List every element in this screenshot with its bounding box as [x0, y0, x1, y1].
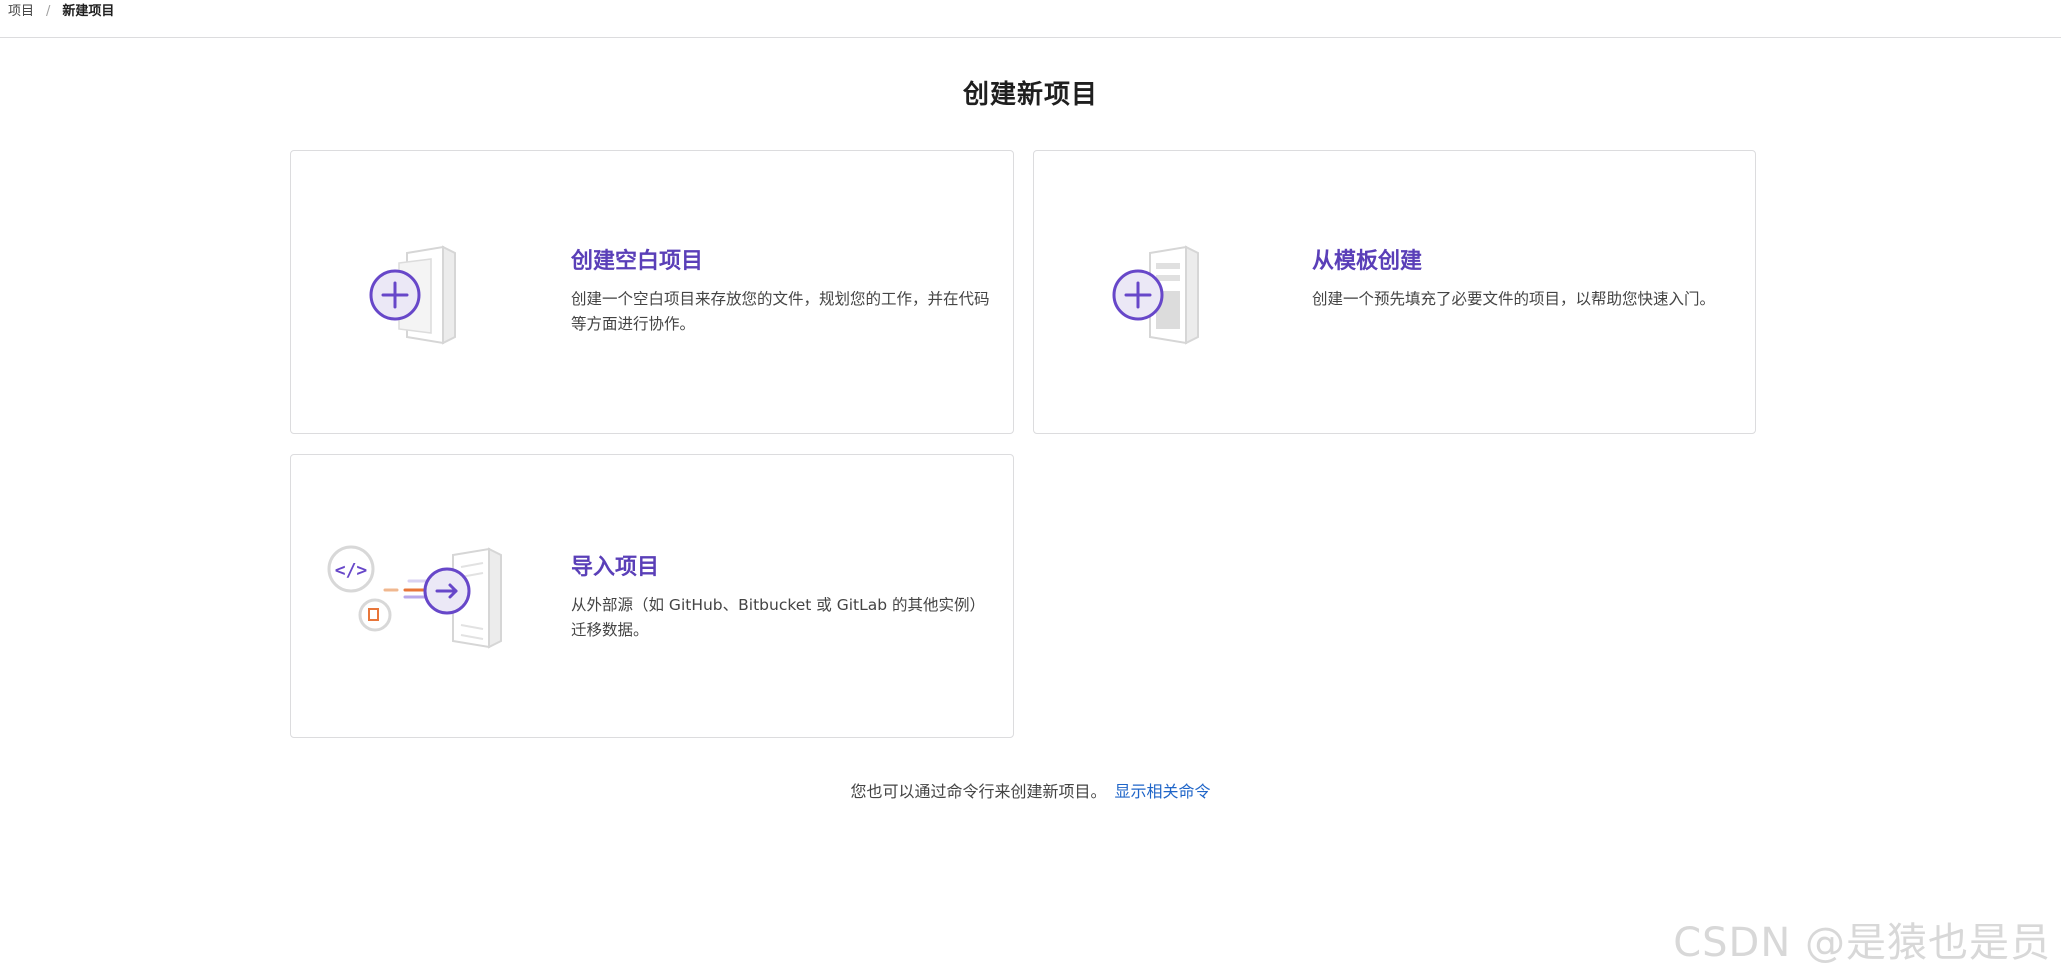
- command-line-note: 您也可以通过命令行来创建新项目。 显示相关命令: [0, 778, 2061, 802]
- template-project-icon: [1112, 243, 1222, 348]
- card-text: 从模板创建 创建一个预先填充了必要文件的项目，以帮助您快速入门。: [1312, 247, 1732, 312]
- show-commands-link[interactable]: 显示相关命令: [1115, 782, 1211, 801]
- card-description: 创建一个预先填充了必要文件的项目，以帮助您快速入门。: [1312, 290, 1716, 308]
- breadcrumb-bar: 项目 / 新建项目: [0, 0, 2061, 38]
- card-title: 从模板创建: [1312, 249, 1423, 274]
- watermark: CSDN @是猿也是员: [1673, 920, 2051, 966]
- card-description: 从外部源（如 GitHub、Bitbucket 或 GitLab 的其他实例）迁…: [571, 596, 986, 639]
- import-project-icon: </>: [327, 545, 527, 655]
- blank-project-icon: [369, 243, 479, 348]
- breadcrumb-projects-link[interactable]: 项目: [8, 3, 34, 21]
- card-text: 导入项目 从外部源（如 GitHub、Bitbucket 或 GitLab 的其…: [571, 553, 991, 643]
- create-blank-project-card[interactable]: 创建空白项目 创建一个空白项目来存放您的文件，规划您的工作，并在代码等方面进行协…: [290, 150, 1014, 434]
- page-title: 创建新项目: [962, 80, 1098, 110]
- import-project-card[interactable]: </> 导入项目 从外部源（如 GitHub、Bitbucket 或 GitLa…: [290, 454, 1014, 738]
- new-project-page: 项目 / 新建项目 创建新项目 创建空白项目 创建一个空白项目来存放您的文件，规…: [0, 0, 2061, 974]
- create-from-template-card[interactable]: 从模板创建 创建一个预先填充了必要文件的项目，以帮助您快速入门。: [1033, 150, 1756, 434]
- breadcrumb: 项目 / 新建项目: [8, 3, 114, 21]
- breadcrumb-current: 新建项目: [62, 4, 115, 19]
- card-title: 导入项目: [571, 555, 660, 580]
- svg-text:</>: </>: [335, 560, 368, 581]
- breadcrumb-separator: /: [46, 4, 51, 19]
- card-text: 创建空白项目 创建一个空白项目来存放您的文件，规划您的工作，并在代码等方面进行协…: [571, 247, 991, 337]
- card-description: 创建一个空白项目来存放您的文件，规划您的工作，并在代码等方面进行协作。: [571, 290, 990, 333]
- card-title: 创建空白项目: [571, 249, 704, 274]
- command-line-note-text: 您也可以通过命令行来创建新项目。: [850, 782, 1107, 801]
